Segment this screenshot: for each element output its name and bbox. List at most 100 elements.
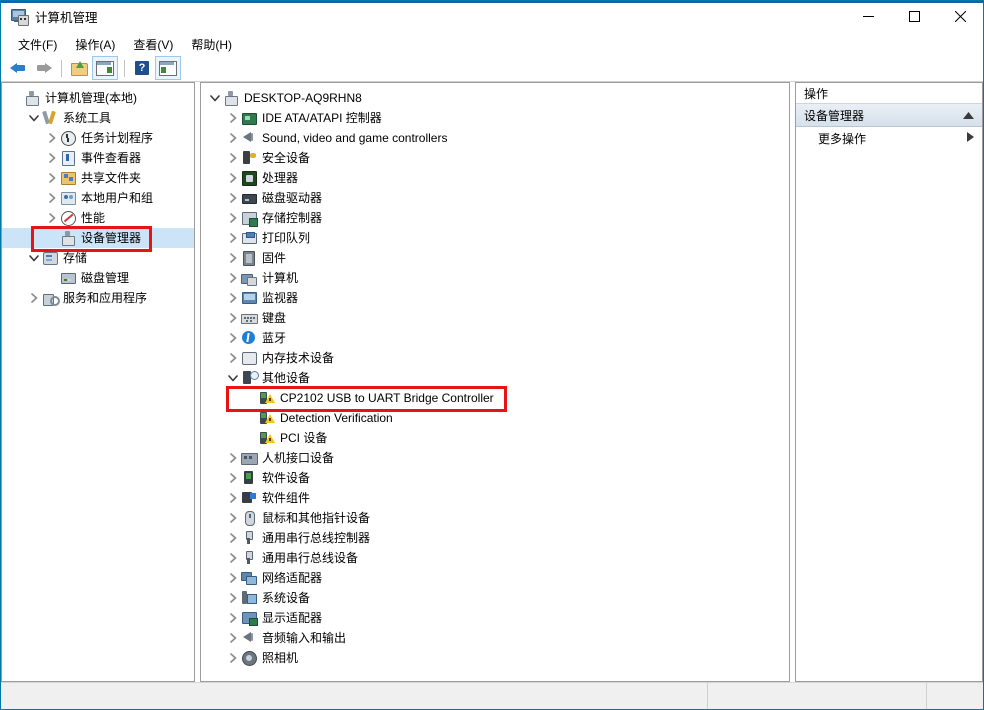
expand-toggle[interactable] (225, 228, 241, 248)
collapse-caret-icon[interactable] (963, 108, 974, 122)
forward-button[interactable] (31, 57, 55, 79)
expand-toggle[interactable] (225, 168, 241, 188)
actions-section-label: 设备管理器 (804, 107, 864, 124)
close-button[interactable] (937, 1, 983, 32)
expand-toggle[interactable] (225, 648, 241, 668)
actions-pane[interactable]: 操作 设备管理器 更多操作 (795, 82, 983, 682)
console-tree-pane[interactable]: 计算机管理(本地)系统工具任务计划程序事件查看器共享文件夹本地用户和组性能设备管… (1, 82, 195, 682)
expand-toggle[interactable] (225, 308, 241, 328)
device-tree-item[interactable]: 计算机 (201, 268, 789, 288)
device-tree-item[interactable]: 内存技术设备 (201, 348, 789, 368)
show-hide-console-tree-button[interactable] (92, 56, 118, 80)
device-tree-item[interactable]: PCI 设备 (201, 428, 789, 448)
expand-toggle[interactable] (225, 608, 241, 628)
device-tree-item[interactable]: 其他设备 (201, 368, 789, 388)
expand-toggle[interactable] (225, 288, 241, 308)
expand-toggle[interactable] (225, 148, 241, 168)
device-tree-root[interactable]: DESKTOP-AQ9RHN8 (201, 88, 789, 108)
expand-toggle[interactable] (225, 448, 241, 468)
device-tree-item[interactable]: CP2102 USB to UART Bridge Controller (201, 388, 789, 408)
device-tree-item[interactable]: 软件组件 (201, 488, 789, 508)
console-tree-item[interactable]: 事件查看器 (2, 148, 194, 168)
device-tree-item[interactable]: IDE ATA/ATAPI 控制器 (201, 108, 789, 128)
expand-toggle[interactable] (225, 368, 241, 388)
expand-toggle[interactable] (44, 208, 60, 228)
expand-toggle[interactable] (44, 168, 60, 188)
console-tree-item[interactable]: 性能 (2, 208, 194, 228)
device-tree-item[interactable]: Sound, video and game controllers (201, 128, 789, 148)
show-hide-action-pane-button[interactable] (155, 56, 181, 80)
expand-toggle[interactable] (225, 268, 241, 288)
console-tree-item[interactable]: 系统工具 (2, 108, 194, 128)
device-tree-item[interactable]: 键盘 (201, 308, 789, 328)
device-tree-item[interactable]: 蓝牙 (201, 328, 789, 348)
expand-toggle[interactable] (225, 588, 241, 608)
actions-section-device-manager[interactable]: 设备管理器 (796, 104, 982, 127)
expand-toggle[interactable] (225, 468, 241, 488)
expand-toggle[interactable] (225, 628, 241, 648)
tree-row-label: 存储 (63, 250, 87, 266)
device-tree-item[interactable]: 安全设备 (201, 148, 789, 168)
console-tree-item[interactable]: 任务计划程序 (2, 128, 194, 148)
console-tree-item[interactable]: 本地用户和组 (2, 188, 194, 208)
device-tree-item[interactable]: 通用串行总线控制器 (201, 528, 789, 548)
maximize-button[interactable] (891, 1, 937, 32)
device-tree-item[interactable]: 监视器 (201, 288, 789, 308)
device-tree-item[interactable]: 网络适配器 (201, 568, 789, 588)
expand-toggle[interactable] (225, 188, 241, 208)
device-tree-item[interactable]: 磁盘驱动器 (201, 188, 789, 208)
menu-view[interactable]: 查看(V) (124, 34, 182, 55)
device-tree-item[interactable]: 软件设备 (201, 468, 789, 488)
expand-toggle[interactable] (44, 128, 60, 148)
console-tree-item[interactable]: 共享文件夹 (2, 168, 194, 188)
expand-toggle[interactable] (207, 88, 223, 108)
help-button[interactable]: ? (130, 57, 154, 79)
expand-toggle[interactable] (26, 108, 42, 128)
expand-toggle[interactable] (225, 528, 241, 548)
tree-row-label: 共享文件夹 (81, 170, 141, 186)
tree-row-label: 安全设备 (262, 150, 310, 166)
expand-toggle[interactable] (44, 188, 60, 208)
console-tree-item[interactable]: 服务和应用程序 (2, 288, 194, 308)
device-tree-item[interactable]: 存储控制器 (201, 208, 789, 228)
menu-action[interactable]: 操作(A) (66, 34, 124, 55)
device-tree-pane[interactable]: DESKTOP-AQ9RHN8IDE ATA/ATAPI 控制器Sound, v… (200, 82, 790, 682)
expand-toggle[interactable] (44, 148, 60, 168)
device-tree-item[interactable]: 鼠标和其他指针设备 (201, 508, 789, 528)
up-folder-button[interactable] (67, 57, 91, 79)
expand-toggle[interactable] (225, 328, 241, 348)
expand-toggle[interactable] (26, 288, 42, 308)
device-tree-item[interactable]: 打印队列 (201, 228, 789, 248)
expand-toggle[interactable] (225, 128, 241, 148)
tree-row-label: 存储控制器 (262, 210, 322, 226)
expand-toggle[interactable] (225, 568, 241, 588)
expand-toggle[interactable] (225, 208, 241, 228)
menu-file[interactable]: 文件(F) (9, 34, 66, 55)
expand-toggle[interactable] (225, 248, 241, 268)
device-tree-item[interactable]: 处理器 (201, 168, 789, 188)
device-tree-item[interactable]: 固件 (201, 248, 789, 268)
actions-row-more-actions[interactable]: 更多操作 (796, 127, 982, 149)
expand-toggle[interactable] (225, 488, 241, 508)
back-button[interactable] (6, 57, 30, 79)
console-tree-item[interactable]: 磁盘管理 (2, 268, 194, 288)
console-tree-item[interactable]: 设备管理器 (2, 228, 194, 248)
device-tree-item[interactable]: 音频输入和输出 (201, 628, 789, 648)
device-tree-item[interactable]: 显示适配器 (201, 608, 789, 628)
expand-toggle[interactable] (225, 348, 241, 368)
device-manager-icon (60, 230, 76, 246)
expand-toggle[interactable] (225, 108, 241, 128)
expand-toggle[interactable] (225, 508, 241, 528)
device-tree-item[interactable]: 通用串行总线设备 (201, 548, 789, 568)
device-tree-item[interactable]: Detection Verification (201, 408, 789, 428)
device-tree-item[interactable]: 系统设备 (201, 588, 789, 608)
device-tree-item[interactable]: 照相机 (201, 648, 789, 668)
menu-help[interactable]: 帮助(H) (182, 34, 241, 55)
device-tree-item[interactable]: 人机接口设备 (201, 448, 789, 468)
expand-toggle[interactable] (225, 548, 241, 568)
console-tree-root[interactable]: 计算机管理(本地) (2, 88, 194, 108)
chevron-right-icon (228, 193, 238, 203)
console-tree-item[interactable]: 存储 (2, 248, 194, 268)
minimize-button[interactable] (845, 1, 891, 32)
expand-toggle[interactable] (26, 248, 42, 268)
